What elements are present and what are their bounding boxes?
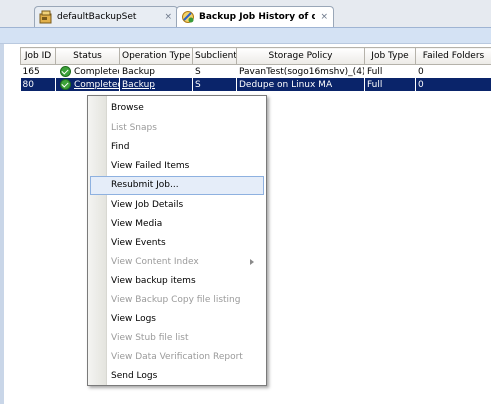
storage-policy-cell: Dedupe on Linux MA [236,78,365,91]
column-header-failed-folders[interactable]: Failed Folders [415,47,491,65]
menu-item-send-logs[interactable]: Send Logs [90,367,264,386]
context-menu: Browse List Snaps Find View Failed Items… [87,95,267,386]
backupset-icon [39,10,53,24]
failed-folders-cell: 0 [415,78,491,91]
menu-item-list-snaps: List Snaps [111,123,157,133]
column-header-status[interactable]: Status [55,47,120,65]
completed-check-icon [60,79,71,90]
menu-item-view-content-index: View Content Index [90,253,264,272]
status-cell: Completed [56,65,120,79]
menu-item-view-backup-items[interactable]: View backup items [90,272,264,291]
job-id-cell: 165 [22,66,40,77]
tab-backup-job-history[interactable]: Backup Job History of def... × [176,6,334,27]
job-history-icon [181,10,195,24]
menu-item-view-logs[interactable]: View Logs [90,310,264,329]
tab-bar: defaultBackupSet × Backup Job History of… [0,0,491,27]
column-header-operation-type[interactable]: Operation Type [119,47,193,65]
tab-label: defaultBackupSet [57,12,137,22]
menu-item-view-events[interactable]: View Events [90,234,264,253]
column-header-storage-policy[interactable]: Storage Policy [236,47,365,65]
failed-folders-cell: 0 [418,66,424,77]
menu-item-find[interactable]: Find [90,138,264,157]
menu-item-view-stub-file-list: View Stub file list [111,333,189,343]
menu-item-view-backup-copy-file-listing: View Backup Copy file listing [111,295,241,305]
tab-default-backupset[interactable]: defaultBackupSet × [34,6,178,27]
job-type-cell: Full [367,66,383,77]
menu-item-label: View Content Index [111,257,199,267]
menu-item-view-media[interactable]: View Media [90,215,264,234]
status-cell: Completed [55,78,120,91]
status-text: Completed [74,79,120,90]
menu-item-resubmit-job[interactable]: Resubmit Job... [90,176,264,195]
status-text: Completed [74,66,120,77]
job-history-table: Job ID Status Operation Type Subclient S… [20,47,491,91]
menu-item-view-job-details[interactable]: View Job Details [90,196,264,215]
column-header-subclient[interactable]: Subclient [192,47,237,65]
column-header-job-type[interactable]: Job Type [364,47,416,65]
toolbar-band [0,27,491,44]
column-header-job-id[interactable]: Job ID [20,47,56,65]
table-row-selected[interactable]: 80 Completed Backup S Dedupe on Linux MA… [20,78,491,91]
operation-type-cell: Backup [119,78,193,91]
table-row[interactable]: 165 Completed Backup S PavanTest(sogo16m… [21,65,491,79]
completed-check-icon [60,66,71,77]
menu-item-browse[interactable]: Browse [90,99,264,118]
close-icon[interactable]: × [164,12,172,22]
operation-type-cell: Backup [122,66,155,77]
menu-item-view-data-verification-report: View Data Verification Report [111,352,243,362]
submenu-arrow-icon [250,259,254,265]
job-type-cell: Full [364,78,416,91]
close-icon[interactable]: × [320,12,328,22]
job-id-cell: 80 [20,78,56,91]
subclient-cell: S [192,78,237,91]
left-panel-edge [0,44,4,404]
tab-label: Backup Job History of def... [199,12,316,22]
subclient-cell: S [195,66,201,77]
table-header-row: Job ID Status Operation Type Subclient S… [20,47,491,65]
storage-policy-cell: PavanTest(sogo16mshv)_(4) [239,66,365,77]
menu-item-view-failed-items[interactable]: View Failed Items [90,157,264,176]
